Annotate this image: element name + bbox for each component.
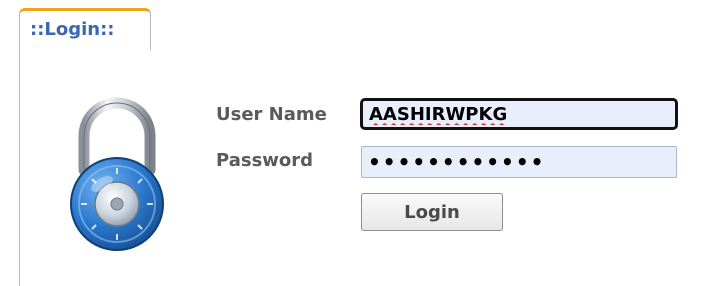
username-label: User Name <box>216 104 327 125</box>
padlock-icon <box>58 92 176 252</box>
tab-login-label: ::Login:: <box>30 19 115 40</box>
password-label: Password <box>216 150 314 171</box>
tab-login[interactable]: ::Login:: <box>19 8 151 50</box>
username-field[interactable] <box>360 98 678 130</box>
password-field[interactable] <box>361 146 677 178</box>
login-page: ::Login:: User Name AASHIRWPKG Password … <box>0 0 711 286</box>
panel-border <box>19 49 20 286</box>
login-button[interactable]: Login <box>361 193 503 231</box>
